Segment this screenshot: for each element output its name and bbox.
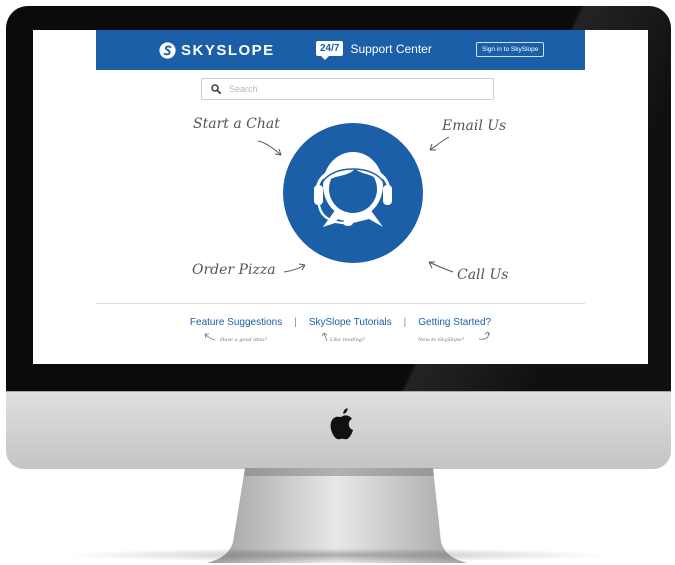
feature-suggestions-link[interactable]: Feature Suggestions <box>190 317 282 328</box>
tutorials-note: Like reading? <box>330 337 365 343</box>
sign-in-button[interactable]: Sign in to SkySlope <box>476 42 545 57</box>
brand-name: SKYSLOPE <box>181 41 275 59</box>
brand-logo[interactable]: SKYSLOPE <box>159 40 275 60</box>
feature-note: Have a good idea? <box>220 337 267 343</box>
getting-started-note: New to SkySlope? <box>418 337 464 343</box>
arrow-icon <box>478 331 491 340</box>
floor-shadow <box>60 548 615 562</box>
email-us-link[interactable]: Email Us <box>442 118 506 134</box>
skyslope-tutorials-link[interactable]: SkySlope Tutorials <box>309 317 392 328</box>
support-badge: 24/7 <box>316 41 344 60</box>
getting-started-link[interactable]: Getting Started? <box>418 317 491 328</box>
separator: | <box>403 317 407 328</box>
agent-circle[interactable] <box>283 123 423 263</box>
search-bar[interactable] <box>201 78 494 100</box>
apple-logo-icon <box>330 408 353 440</box>
search-input[interactable] <box>227 83 471 95</box>
arrow-icon <box>428 261 454 273</box>
search-icon <box>211 84 221 94</box>
screen: SKYSLOPE 24/7 Support Center Sign in to … <box>33 30 648 364</box>
order-pizza-link[interactable]: Order Pizza <box>192 262 276 278</box>
divider <box>96 303 585 304</box>
start-chat-link[interactable]: Start a Chat <box>193 116 280 132</box>
call-us-link[interactable]: Call Us <box>457 267 508 283</box>
arrow-icon <box>204 333 216 341</box>
arrow-icon <box>283 263 306 273</box>
skyslope-logo-icon <box>159 41 176 59</box>
separator: | <box>294 317 297 328</box>
support-center-title: 24/7 Support Center <box>316 41 432 60</box>
headset-agent-icon <box>314 152 392 227</box>
arrow-icon <box>429 136 450 151</box>
footer-links: Feature Suggestions | SkySlope Tutorials… <box>33 317 648 328</box>
support-label: Support Center <box>350 41 432 56</box>
